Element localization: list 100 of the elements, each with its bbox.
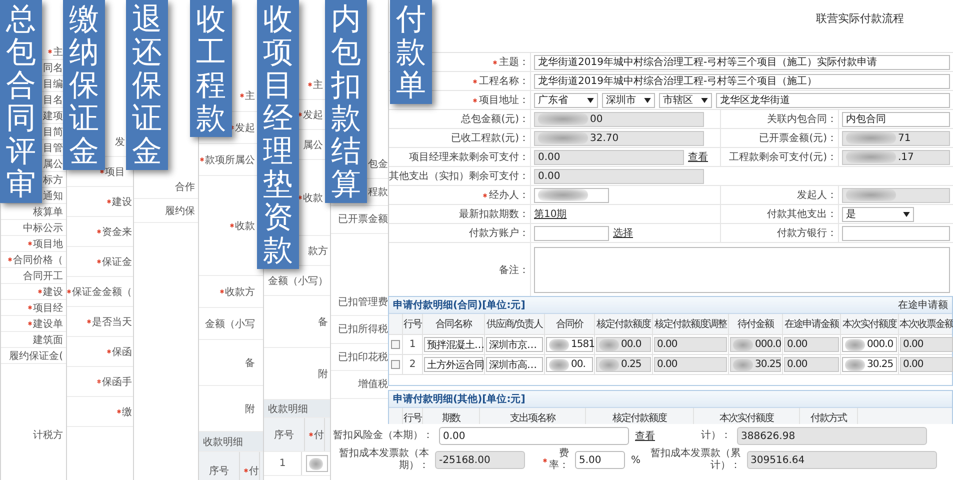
field-label: 建项: [43, 110, 63, 122]
field-label: 费率：: [548, 448, 569, 472]
caret-icon: [644, 98, 651, 102]
field-label: 发: [115, 136, 125, 148]
field-label: 暂扣成本发票款（本期）：: [338, 448, 429, 472]
readonly-field: 00.0: [596, 337, 651, 352]
readonly-field: 71: [842, 130, 950, 146]
readonly-field: 000.0: [730, 337, 781, 352]
column-header: 合同名称: [423, 314, 485, 334]
input-field[interactable]: [306, 455, 328, 472]
input-field[interactable]: 内包合同: [842, 112, 950, 126]
column-header: 核定付款额度调整: [653, 314, 729, 334]
select-field[interactable]: 市辖区: [659, 92, 712, 108]
field-label: 标方: [43, 174, 63, 186]
field-label: 暂扣风险金（本期）：: [333, 430, 433, 442]
input-field[interactable]: 预拌混凝土…: [424, 337, 483, 352]
field-label: 资金来: [102, 226, 132, 238]
text-link[interactable]: 选择: [613, 226, 633, 240]
field-label: 金额（小写）: [268, 274, 328, 288]
unit-label: %: [631, 454, 641, 466]
readonly-field: 32.70: [534, 130, 704, 146]
field-label: 中标公示: [23, 222, 63, 234]
column-header: 付: [249, 464, 259, 478]
input-field[interactable]: [534, 188, 609, 202]
field-label: 履约保证金(: [9, 350, 63, 362]
field-label: 暂扣成本发票款（累计）：: [650, 448, 741, 472]
select-field[interactable]: 深圳市: [602, 92, 655, 108]
field-label: 主题：: [499, 56, 529, 69]
field-label: 已扣所得税: [338, 322, 388, 336]
field-label: 附: [318, 368, 328, 380]
field-label: 项目: [105, 166, 125, 178]
checkbox[interactable]: [391, 360, 400, 369]
input-field[interactable]: 土方外运合同: [424, 357, 483, 372]
field-label: 备: [245, 356, 255, 370]
field-label: 程款: [368, 186, 388, 199]
field-label: 目编: [43, 78, 63, 90]
input-field[interactable]: 深圳市京…: [486, 337, 543, 352]
field-label: 已收工程款(元)：: [451, 132, 529, 145]
panel-title: 申请付款明细(其他)[单位:元]: [393, 392, 526, 406]
input-field[interactable]: 30.25: [842, 357, 897, 372]
field-label: 已扣印花税: [338, 350, 388, 364]
input-field[interactable]: 龙华区龙华街道: [716, 92, 950, 108]
field-label: 通知: [43, 190, 63, 202]
field-label: 合同开工: [23, 270, 63, 282]
field-label: 同名: [43, 62, 63, 74]
select-field[interactable]: 广东省: [534, 92, 598, 108]
readonly-field: -25168.00: [435, 451, 525, 469]
readonly-field: 0.25: [596, 357, 651, 372]
field-label: 收款: [303, 192, 323, 204]
input-field[interactable]: 龙华街道2019年城中村综合治理工程-弓村等三个项目（施工）实际付款申请: [534, 54, 950, 70]
field-label: 工程款剩余可支付(元)：: [729, 150, 837, 164]
text-link[interactable]: 第10期: [534, 207, 567, 221]
input-field[interactable]: 龙华街道2019年城中村综合治理工程-弓村等三个项目（施工）: [534, 74, 950, 88]
field-label: 付款其他支出：: [767, 208, 837, 221]
field-label: 项目经: [33, 302, 63, 314]
column-header: 序号: [274, 428, 294, 442]
input-field[interactable]: 000.0: [842, 337, 897, 352]
field-label: 目名: [43, 94, 63, 106]
readonly-field: .17: [842, 150, 950, 164]
field-label: 增值税: [358, 378, 388, 392]
column-header: 期数: [423, 408, 480, 424]
field-label: 经办人：: [489, 188, 529, 202]
section-title: 收款明细: [268, 402, 308, 416]
column-header: 付: [314, 428, 324, 442]
field-label: 属公: [303, 138, 323, 152]
field-label: 附: [245, 402, 255, 416]
field-label: 计税方: [33, 428, 63, 442]
column-header: 本次收票金额: [899, 318, 953, 332]
field-label: 是否当天: [92, 316, 132, 328]
field-label: 建设: [112, 196, 132, 208]
readonly-field: 0.00: [534, 168, 704, 184]
text-link[interactable]: 查看: [635, 429, 655, 443]
select-field[interactable]: 是: [842, 206, 914, 222]
column-header: 核定付款额度: [586, 408, 694, 424]
field-label: 项目地: [33, 238, 63, 250]
caret-icon: [701, 98, 708, 102]
field-label: 发起: [235, 122, 255, 134]
input-field[interactable]: 1581: [546, 337, 593, 352]
field-label: 保证金金额（: [72, 286, 132, 298]
field-label: 计）：: [701, 430, 731, 442]
checkbox[interactable]: [391, 340, 400, 349]
field-label: 发起人：: [797, 188, 837, 202]
table-cell: 2: [403, 355, 423, 374]
input-field[interactable]: 5.00: [575, 451, 625, 469]
field-label: 收款: [235, 220, 255, 232]
input-field[interactable]: [534, 226, 609, 240]
readonly-field: 00: [534, 112, 704, 126]
table-cell: 1: [403, 335, 423, 354]
field-label: 包金: [368, 158, 388, 172]
field-label: 缴: [122, 406, 132, 418]
column-header: 序号: [209, 464, 229, 478]
input-field[interactable]: 0.00: [439, 427, 629, 445]
panel-title: 申请付款明细(合同)[单位:元]: [393, 298, 526, 312]
text-link[interactable]: 查看: [688, 150, 708, 164]
input-field[interactable]: 00.: [546, 357, 593, 372]
text-area[interactable]: [534, 247, 950, 293]
field-label: 合同价格（: [13, 254, 63, 266]
input-field[interactable]: 深圳市高…: [486, 357, 543, 372]
readonly-field: 0.00: [784, 337, 839, 352]
input-field[interactable]: [842, 226, 950, 240]
